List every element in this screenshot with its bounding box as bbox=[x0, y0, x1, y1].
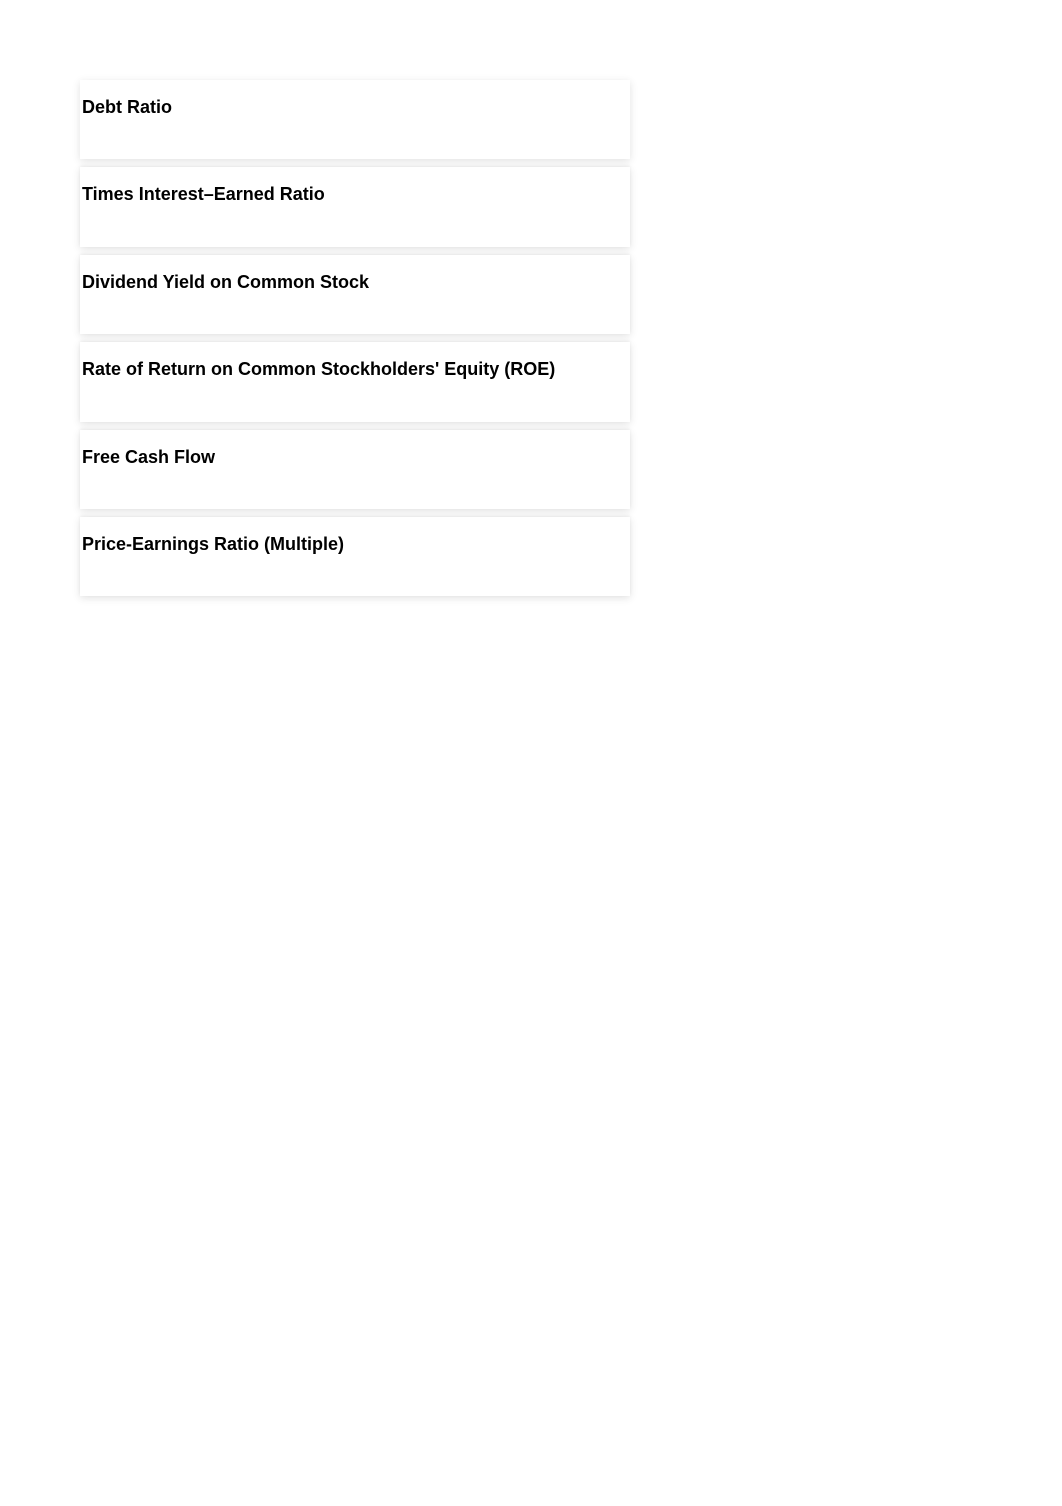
card-free-cash-flow[interactable]: Free Cash Flow bbox=[80, 430, 630, 509]
card-roe[interactable]: Rate of Return on Common Stockholders' E… bbox=[80, 342, 630, 421]
card-dividend-yield[interactable]: Dividend Yield on Common Stock bbox=[80, 255, 630, 334]
card-title: Debt Ratio bbox=[82, 96, 630, 119]
card-title: Dividend Yield on Common Stock bbox=[82, 271, 630, 294]
card-debt-ratio[interactable]: Debt Ratio bbox=[80, 80, 630, 159]
card-title: Free Cash Flow bbox=[82, 446, 630, 469]
card-times-interest-earned-ratio[interactable]: Times Interest–Earned Ratio bbox=[80, 167, 630, 246]
card-list: Debt Ratio Times Interest–Earned Ratio D… bbox=[80, 80, 630, 596]
card-title: Price-Earnings Ratio (Multiple) bbox=[82, 533, 630, 556]
card-title: Rate of Return on Common Stockholders' E… bbox=[82, 358, 630, 381]
card-price-earnings-ratio[interactable]: Price-Earnings Ratio (Multiple) bbox=[80, 517, 630, 596]
card-title: Times Interest–Earned Ratio bbox=[82, 183, 630, 206]
